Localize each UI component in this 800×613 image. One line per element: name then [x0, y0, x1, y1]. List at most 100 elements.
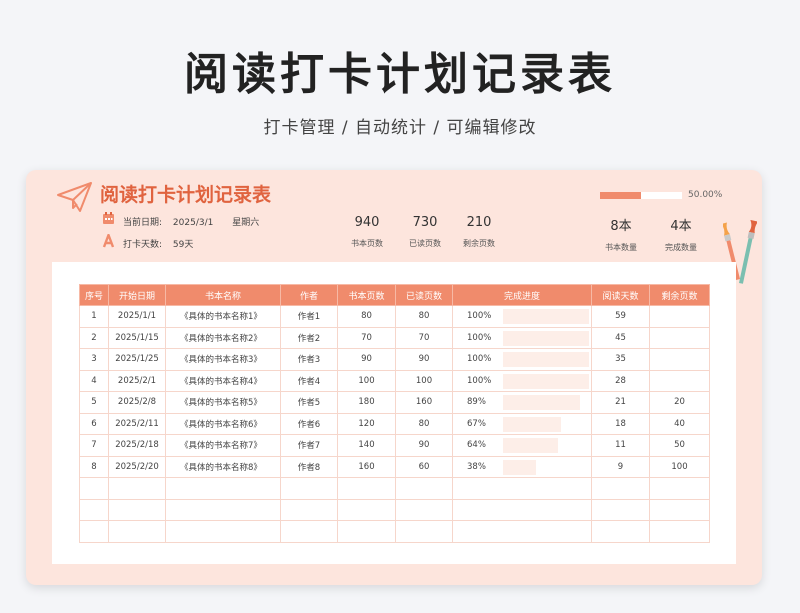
- cell-book-name[interactable]: 《具体的书本名称5》: [165, 391, 281, 414]
- empty-cell[interactable]: [280, 477, 338, 500]
- cell-author[interactable]: 作者6: [280, 412, 338, 435]
- cell-pages[interactable]: 160: [337, 455, 396, 478]
- cell-no[interactable]: 7: [79, 434, 109, 457]
- col-header-start-date[interactable]: 开始日期: [108, 284, 166, 306]
- cell-reading-days[interactable]: 28: [591, 369, 650, 392]
- empty-cell[interactable]: [649, 498, 710, 521]
- empty-cell[interactable]: [591, 498, 650, 521]
- empty-cell[interactable]: [165, 477, 281, 500]
- cell-no[interactable]: 6: [79, 412, 109, 435]
- cell-book-name[interactable]: 《具体的书本名称2》: [165, 326, 281, 349]
- cell-no[interactable]: 4: [79, 369, 109, 392]
- cell-start-date[interactable]: 2025/1/1: [108, 305, 166, 328]
- cell-author[interactable]: 作者5: [280, 391, 338, 414]
- cell-start-date[interactable]: 2025/2/18: [108, 434, 166, 457]
- cell-no[interactable]: 1: [79, 305, 109, 328]
- empty-cell[interactable]: [165, 520, 281, 543]
- cell-read-pages[interactable]: 80: [395, 412, 453, 435]
- cell-no[interactable]: 8: [79, 455, 109, 478]
- cell-book-name[interactable]: 《具体的书本名称7》: [165, 434, 281, 457]
- cell-reading-days[interactable]: 11: [591, 434, 650, 457]
- empty-cell[interactable]: [108, 498, 166, 521]
- cell-progress[interactable]: 100%: [452, 305, 592, 328]
- cell-remaining-pages[interactable]: [649, 305, 710, 328]
- col-header-read-pages[interactable]: 已读页数: [395, 284, 453, 306]
- cell-start-date[interactable]: 2025/2/8: [108, 391, 166, 414]
- cell-read-pages[interactable]: 160: [395, 391, 453, 414]
- cell-pages[interactable]: 70: [337, 326, 396, 349]
- cell-progress[interactable]: 100%: [452, 348, 592, 371]
- cell-progress[interactable]: 67%: [452, 412, 592, 435]
- cell-start-date[interactable]: 2025/2/11: [108, 412, 166, 435]
- cell-author[interactable]: 作者7: [280, 434, 338, 457]
- cell-remaining-pages[interactable]: [649, 348, 710, 371]
- cell-author[interactable]: 作者2: [280, 326, 338, 349]
- empty-cell[interactable]: [108, 477, 166, 500]
- empty-cell[interactable]: [79, 477, 109, 500]
- empty-cell[interactable]: [337, 477, 396, 500]
- cell-author[interactable]: 作者8: [280, 455, 338, 478]
- cell-reading-days[interactable]: 59: [591, 305, 650, 328]
- cell-book-name[interactable]: 《具体的书本名称1》: [165, 305, 281, 328]
- cell-book-name[interactable]: 《具体的书本名称3》: [165, 348, 281, 371]
- cell-read-pages[interactable]: 60: [395, 455, 453, 478]
- cell-remaining-pages[interactable]: 50: [649, 434, 710, 457]
- empty-cell[interactable]: [337, 498, 396, 521]
- cell-pages[interactable]: 180: [337, 391, 396, 414]
- cell-progress[interactable]: 38%: [452, 455, 592, 478]
- empty-cell[interactable]: [591, 477, 650, 500]
- col-header-book-name[interactable]: 书本名称: [165, 284, 281, 306]
- cell-book-name[interactable]: 《具体的书本名称8》: [165, 455, 281, 478]
- cell-remaining-pages[interactable]: 40: [649, 412, 710, 435]
- cell-read-pages[interactable]: 90: [395, 348, 453, 371]
- cell-reading-days[interactable]: 35: [591, 348, 650, 371]
- empty-cell[interactable]: [452, 477, 592, 500]
- empty-cell[interactable]: [591, 520, 650, 543]
- cell-read-pages[interactable]: 90: [395, 434, 453, 457]
- empty-cell[interactable]: [337, 520, 396, 543]
- cell-pages[interactable]: 80: [337, 305, 396, 328]
- cell-progress[interactable]: 100%: [452, 326, 592, 349]
- cell-remaining-pages[interactable]: [649, 326, 710, 349]
- cell-no[interactable]: 2: [79, 326, 109, 349]
- cell-pages[interactable]: 120: [337, 412, 396, 435]
- cell-no[interactable]: 3: [79, 348, 109, 371]
- cell-author[interactable]: 作者4: [280, 369, 338, 392]
- empty-cell[interactable]: [395, 520, 453, 543]
- cell-reading-days[interactable]: 45: [591, 326, 650, 349]
- cell-read-pages[interactable]: 80: [395, 305, 453, 328]
- cell-book-name[interactable]: 《具体的书本名称4》: [165, 369, 281, 392]
- cell-read-pages[interactable]: 70: [395, 326, 453, 349]
- empty-cell[interactable]: [452, 520, 592, 543]
- cell-book-name[interactable]: 《具体的书本名称6》: [165, 412, 281, 435]
- empty-cell[interactable]: [649, 477, 710, 500]
- col-header-author[interactable]: 作者: [280, 284, 338, 306]
- empty-cell[interactable]: [649, 520, 710, 543]
- cell-remaining-pages[interactable]: 100: [649, 455, 710, 478]
- cell-reading-days[interactable]: 18: [591, 412, 650, 435]
- empty-cell[interactable]: [280, 520, 338, 543]
- cell-pages[interactable]: 140: [337, 434, 396, 457]
- cell-reading-days[interactable]: 9: [591, 455, 650, 478]
- empty-cell[interactable]: [79, 520, 109, 543]
- cell-no[interactable]: 5: [79, 391, 109, 414]
- cell-start-date[interactable]: 2025/1/25: [108, 348, 166, 371]
- empty-cell[interactable]: [452, 498, 592, 521]
- cell-start-date[interactable]: 2025/2/20: [108, 455, 166, 478]
- cell-read-pages[interactable]: 100: [395, 369, 453, 392]
- empty-cell[interactable]: [79, 498, 109, 521]
- cell-pages[interactable]: 90: [337, 348, 396, 371]
- col-header-pages[interactable]: 书本页数: [337, 284, 396, 306]
- cell-reading-days[interactable]: 21: [591, 391, 650, 414]
- cell-pages[interactable]: 100: [337, 369, 396, 392]
- col-header-remaining-pages[interactable]: 剩余页数: [649, 284, 710, 306]
- cell-start-date[interactable]: 2025/2/1: [108, 369, 166, 392]
- empty-cell[interactable]: [395, 498, 453, 521]
- col-header-reading-days[interactable]: 阅读天数: [591, 284, 650, 306]
- cell-author[interactable]: 作者1: [280, 305, 338, 328]
- empty-cell[interactable]: [280, 498, 338, 521]
- cell-remaining-pages[interactable]: [649, 369, 710, 392]
- cell-author[interactable]: 作者3: [280, 348, 338, 371]
- empty-cell[interactable]: [108, 520, 166, 543]
- col-header-progress[interactable]: 完成进度: [452, 284, 592, 306]
